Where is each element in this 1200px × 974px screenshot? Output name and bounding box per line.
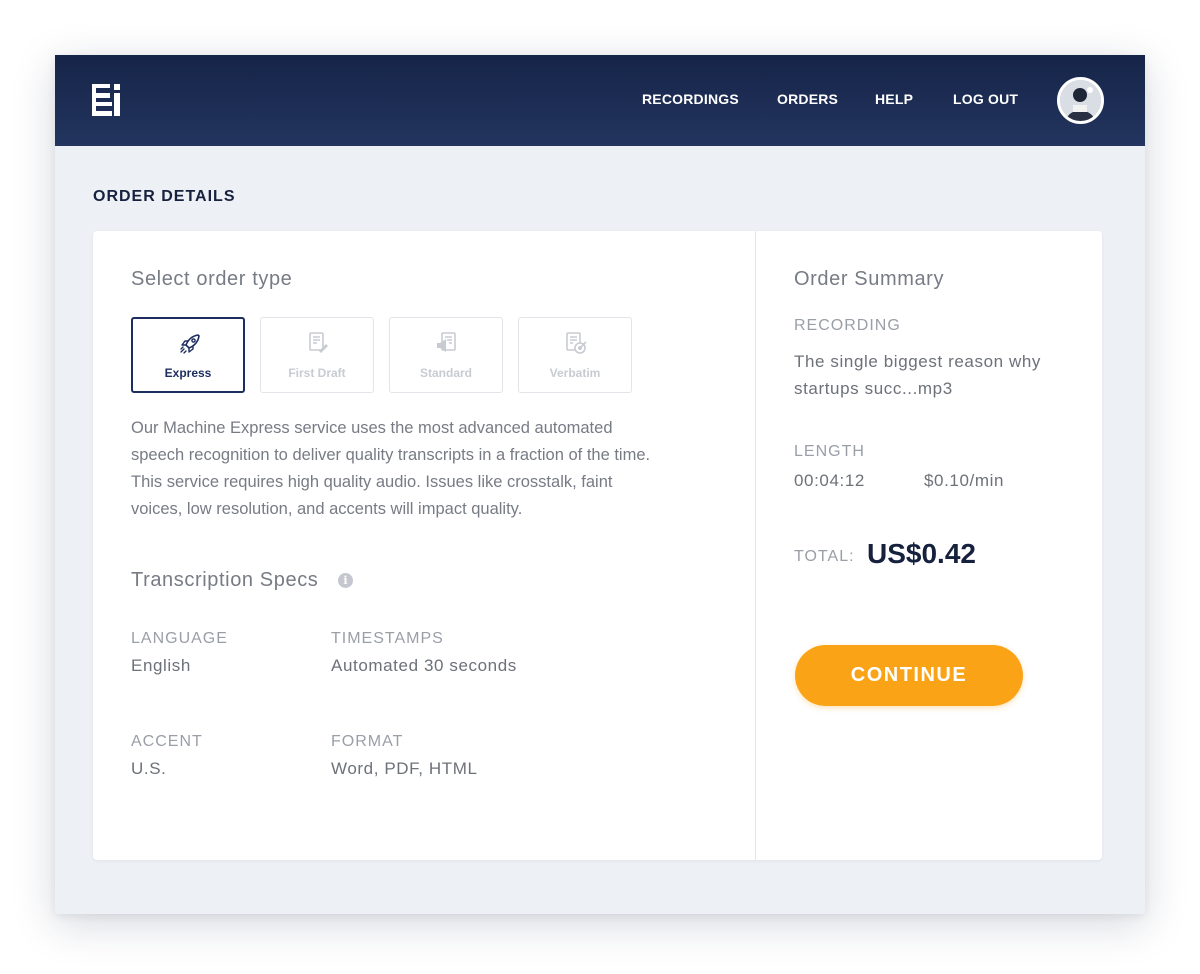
language-label: LANGUAGE [131, 630, 228, 647]
continue-button[interactable]: CONTINUE [795, 645, 1023, 706]
accent-value: U.S. [131, 759, 167, 778]
order-type-label: First Draft [288, 366, 346, 380]
order-type-express[interactable]: Express [131, 317, 245, 393]
order-summary-heading: Order Summary [794, 268, 945, 290]
timestamps-value: Automated 30 seconds [331, 656, 517, 675]
transcription-specs-heading: Transcription Specs [131, 569, 319, 591]
recording-name-line2: startups succ...mp3 [794, 379, 953, 398]
order-type-label: Verbatim [549, 366, 601, 380]
select-order-type-heading: Select order type [131, 268, 293, 290]
nav-orders[interactable]: ORDERS [777, 91, 838, 107]
order-type-label: Standard [419, 366, 472, 380]
timestamps-label: TIMESTAMPS [331, 630, 444, 647]
rocket-icon [180, 334, 200, 354]
info-icon[interactable]: i [338, 573, 353, 588]
order-type-verbatim[interactable]: Verbatim [518, 317, 632, 393]
format-value: Word, PDF, HTML [331, 759, 478, 778]
format-label: FORMAT [331, 733, 404, 750]
order-type-label: Express [164, 366, 212, 380]
order-type-standard[interactable]: Standard [389, 317, 503, 393]
total-label: TOTAL: [794, 548, 855, 565]
language-value: English [131, 656, 191, 675]
length-value: 00:04:12 [794, 471, 865, 490]
top-nav-bar: RECORDINGS ORDERS HELP LOG OUT [55, 55, 1145, 146]
rate-value: $0.10/min [924, 471, 1005, 490]
app-window: RECORDINGS ORDERS HELP LOG OUT ORDER DET… [55, 55, 1145, 914]
document-megaphone-icon [437, 332, 456, 352]
order-type-first-draft[interactable]: First Draft [260, 317, 374, 393]
service-description: Our Machine Express service uses the mos… [131, 419, 651, 518]
document-pen-icon [309, 332, 328, 353]
accent-label: ACCENT [131, 733, 203, 750]
order-details-card: Select order type Express First Draft St… [93, 231, 1102, 860]
nav-recordings[interactable]: RECORDINGS [642, 91, 739, 107]
length-label: LENGTH [794, 443, 865, 460]
recording-label: RECORDING [794, 317, 901, 334]
recording-name-line1: The single biggest reason why [794, 352, 1042, 371]
nav-help[interactable]: HELP [875, 91, 913, 107]
total-price: US$0.42 [867, 538, 976, 569]
brand-logo[interactable] [92, 84, 124, 116]
user-avatar[interactable] [1057, 77, 1104, 124]
nav-log-out[interactable]: LOG OUT [953, 91, 1018, 107]
panel-divider [755, 231, 756, 860]
page-title: ORDER DETAILS [93, 188, 236, 205]
document-target-icon [566, 332, 587, 354]
